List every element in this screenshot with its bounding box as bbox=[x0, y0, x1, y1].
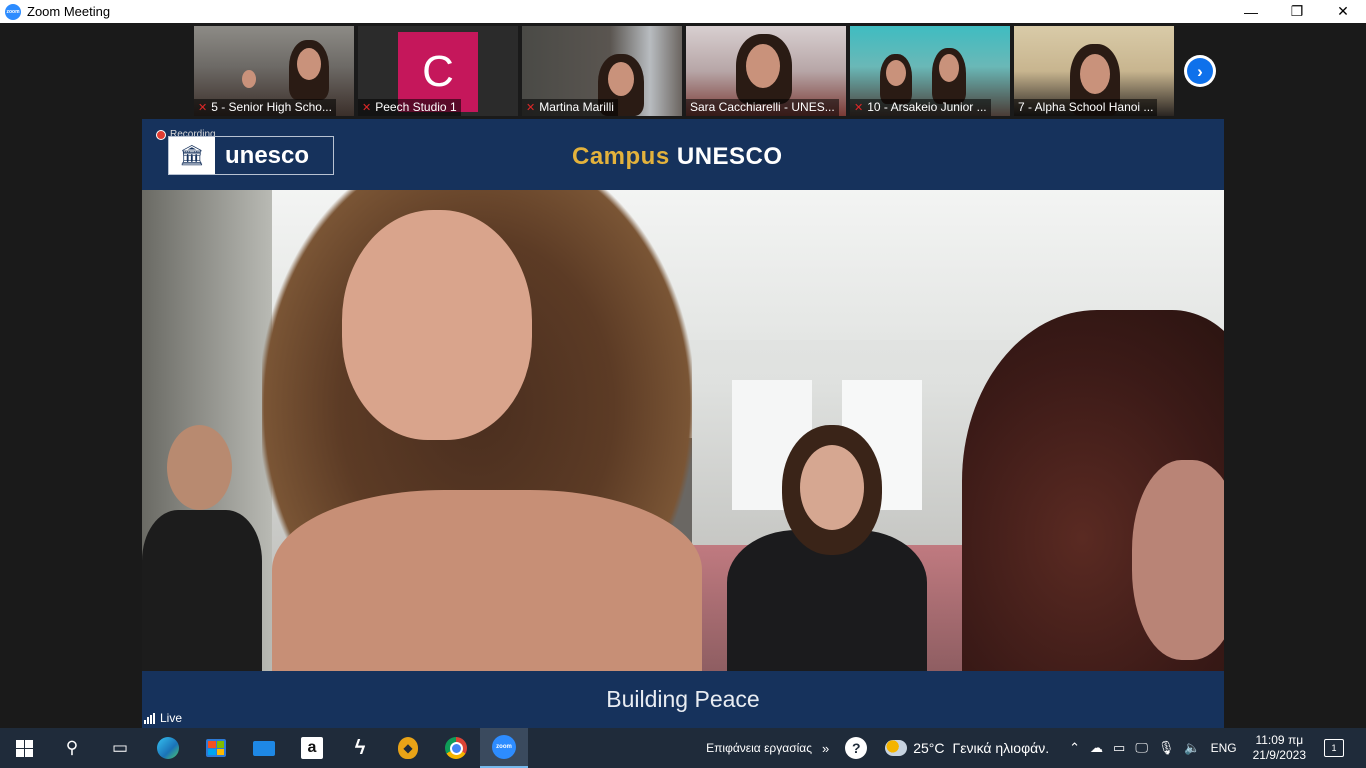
network-icon[interactable]: 🖵 bbox=[1135, 740, 1148, 756]
desktop-toolbar-label[interactable]: Επιφάνεια εργασίας bbox=[706, 741, 812, 755]
start-button[interactable] bbox=[0, 728, 48, 768]
minimize-button[interactable]: — bbox=[1228, 0, 1274, 23]
system-tray: Επιφάνεια εργασίας » ? 25°C Γενικά ηλιοφ… bbox=[706, 728, 1366, 768]
taskbar-store[interactable] bbox=[192, 728, 240, 768]
mic-muted-icon: ✕ bbox=[362, 101, 372, 114]
desktop-toolbar-chevron-icon[interactable]: » bbox=[822, 741, 829, 756]
unesco-temple-icon: 🏛 bbox=[169, 137, 215, 174]
chrome-icon bbox=[445, 737, 467, 759]
taskbar-amazon[interactable]: a bbox=[288, 728, 336, 768]
clock-date: 21/9/2023 bbox=[1252, 748, 1306, 762]
windows-taskbar: ⚲ ▭ a ϟ ◆ zoom Επιφάνεια εργασίας » ? 25… bbox=[0, 728, 1366, 768]
edge-icon bbox=[157, 737, 179, 759]
help-icon[interactable]: ? bbox=[845, 737, 868, 759]
participant-name: ✕ Martina Marilli bbox=[522, 99, 618, 116]
store-icon bbox=[206, 739, 226, 757]
close-button[interactable]: ✕ bbox=[1320, 0, 1366, 23]
mail-icon bbox=[253, 740, 275, 756]
weather-icon[interactable] bbox=[885, 740, 908, 756]
participant-gallery: ✕ 5 - Senior High Scho... C ✕ Peech Studio… bbox=[194, 26, 1174, 116]
search-icon: ⚲ bbox=[65, 738, 79, 757]
restore-button[interactable]: ❐ bbox=[1274, 0, 1320, 23]
live-indicator: Live bbox=[144, 711, 182, 725]
participant-name: ✕ 10 - Arsakeio Junior ... bbox=[850, 99, 991, 116]
participant-name: ✕ 5 - Senior High Scho... bbox=[194, 99, 336, 116]
chevron-up-icon[interactable]: ⌃ bbox=[1069, 740, 1080, 756]
notification-center-icon[interactable]: 1 bbox=[1324, 739, 1344, 757]
window-title: Zoom Meeting bbox=[27, 4, 111, 19]
volume-icon[interactable]: 🔈 bbox=[1184, 740, 1200, 756]
live-label: Live bbox=[160, 711, 183, 725]
active-speaker-video: Recording 🏛 unesco Campus UNESCO Buildin… bbox=[142, 119, 1224, 728]
meeting-area: ✕ 5 - Senior High Scho... C ✕ Peech Studio… bbox=[0, 23, 1366, 728]
clock[interactable]: 11:09 πμ 21/9/2023 bbox=[1253, 733, 1306, 763]
participant-name: ✕ Peech Studio 1 bbox=[358, 99, 461, 116]
participant-tile[interactable]: Sara Cacchiarelli - UNES... bbox=[686, 26, 846, 116]
zoom-icon: zoom bbox=[492, 735, 516, 759]
recording-dot-icon bbox=[156, 129, 166, 140]
next-page-button[interactable]: › bbox=[1184, 55, 1216, 87]
classroom-video-feed bbox=[142, 190, 1224, 671]
video-caption: Building Peace bbox=[142, 671, 1224, 728]
participant-tile[interactable]: 7 - Alpha School Hanoi ... bbox=[1014, 26, 1174, 116]
taskbar-zoom[interactable]: zoom bbox=[480, 728, 528, 768]
task-view-button[interactable]: ▭ bbox=[96, 728, 144, 768]
video-banner: Recording 🏛 unesco Campus UNESCO bbox=[142, 119, 1224, 190]
cloud-sync-icon[interactable]: ☁ bbox=[1090, 740, 1103, 756]
mic-muted-icon: ✕ bbox=[198, 101, 208, 114]
banner-word-campus: Campus bbox=[572, 143, 670, 170]
taskbar-brave[interactable]: ◆ bbox=[384, 728, 432, 768]
task-view-icon: ▭ bbox=[111, 738, 129, 757]
participant-name: 7 - Alpha School Hanoi ... bbox=[1014, 99, 1158, 116]
banner-word-unesco: UNESCO bbox=[676, 143, 783, 170]
chevron-right-icon: › bbox=[1187, 58, 1213, 84]
clock-time: 11:09 πμ bbox=[1255, 733, 1304, 747]
weather-temperature[interactable]: 25°C bbox=[913, 740, 944, 756]
language-indicator[interactable]: ENG bbox=[1211, 741, 1237, 755]
microphone-icon[interactable]: 🎙 bbox=[1158, 740, 1175, 756]
taskbar-edge[interactable] bbox=[144, 728, 192, 768]
participant-tile[interactable]: ✕ 5 - Senior High Scho... bbox=[194, 26, 354, 116]
unesco-logo: 🏛 unesco bbox=[168, 136, 334, 175]
participant-tile[interactable]: C ✕ Peech Studio 1 bbox=[358, 26, 518, 116]
participant-name: Sara Cacchiarelli - UNES... bbox=[686, 99, 839, 116]
participant-tile[interactable]: ✕ Martina Marilli bbox=[522, 26, 682, 116]
signal-bars-icon bbox=[144, 712, 155, 724]
mic-muted-icon: ✕ bbox=[526, 101, 536, 114]
taskbar-chrome[interactable] bbox=[432, 728, 480, 768]
title-bar: zoom Zoom Meeting — ❐ ✕ bbox=[0, 0, 1366, 23]
bolt-icon: ϟ bbox=[354, 736, 366, 759]
taskbar-mail[interactable] bbox=[240, 728, 288, 768]
unesco-wordmark: unesco bbox=[215, 137, 333, 174]
zoom-logo-icon: zoom bbox=[5, 3, 21, 20]
weather-description[interactable]: Γενικά ηλιοφάν. bbox=[953, 740, 1050, 756]
shield-icon: ◆ bbox=[398, 737, 418, 759]
windows-logo-icon bbox=[15, 739, 33, 757]
mic-muted-icon: ✕ bbox=[854, 101, 864, 114]
search-button[interactable]: ⚲ bbox=[48, 728, 96, 768]
participant-tile[interactable]: ✕ 10 - Arsakeio Junior ... bbox=[850, 26, 1010, 116]
taskbar-bolt-app[interactable]: ϟ bbox=[336, 728, 384, 768]
amazon-icon: a bbox=[301, 737, 323, 759]
banner-title: Campus UNESCO bbox=[572, 143, 783, 171]
battery-icon[interactable]: ▭ bbox=[1113, 740, 1125, 756]
